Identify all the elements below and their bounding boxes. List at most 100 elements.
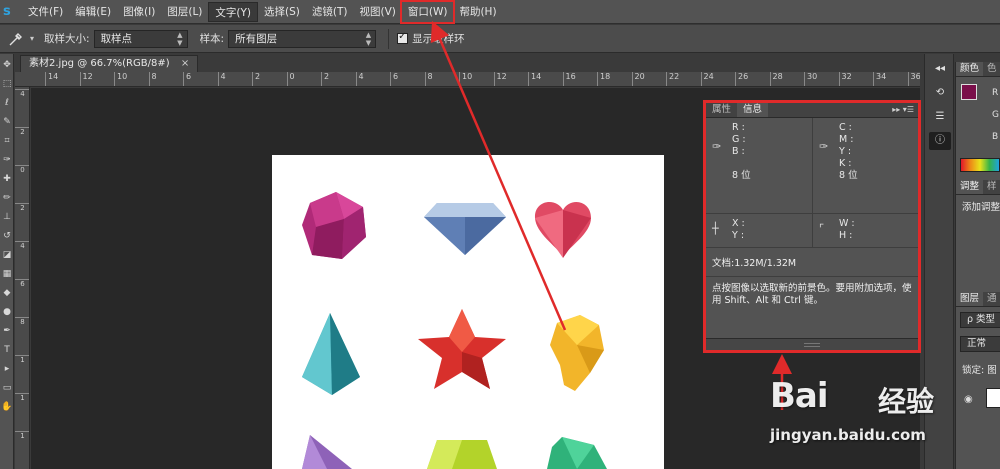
- eyedropper-tool-icon[interactable]: [4, 27, 30, 51]
- ruler-tick: 10: [459, 72, 472, 86]
- tab-swatches[interactable]: 色: [983, 62, 1000, 76]
- show-sampling-ring-checkbox[interactable]: [397, 31, 409, 44]
- history-brush-icon[interactable]: ↺: [1, 229, 13, 243]
- foreground-color-swatch[interactable]: [961, 84, 977, 100]
- coord-y: Y :: [732, 230, 745, 241]
- blur-tool-icon[interactable]: ◆: [1, 286, 13, 300]
- adjustments-panel-tabs: 调整 样: [956, 180, 1000, 195]
- properties-panel-icon[interactable]: ☰: [929, 108, 951, 126]
- image-canvas[interactable]: [272, 155, 664, 469]
- ruler-tick: 1: [15, 431, 29, 440]
- move-tool-icon[interactable]: ✥: [1, 58, 13, 72]
- layer-filter-kind[interactable]: ρ 类型: [960, 312, 1000, 328]
- ruler-tick: 6: [183, 72, 191, 86]
- crop-tool-icon[interactable]: ⌗: [1, 134, 13, 148]
- tab-layers[interactable]: 图层: [956, 292, 984, 306]
- color-b-label: B: [992, 132, 999, 142]
- watermark-logo-text-2: 经验: [878, 385, 935, 418]
- gradient-tool-icon[interactable]: ▦: [1, 267, 13, 281]
- path-select-tool-icon[interactable]: ▸: [1, 362, 13, 376]
- ruler-tick: 32: [838, 72, 852, 86]
- right-bit-depth[interactable]: 8 位: [839, 170, 918, 182]
- ruler-tick: 4: [15, 241, 29, 250]
- menu-filter[interactable]: 滤镜(T): [306, 2, 354, 22]
- sample-size-select[interactable]: 取样点 ▲ ▼: [93, 29, 188, 48]
- eyedropper-icon[interactable]: ✑: [819, 140, 833, 154]
- menu-type[interactable]: 文字(Y): [208, 1, 259, 22]
- tab-properties[interactable]: 属性: [706, 103, 737, 117]
- collapse-panels-icon[interactable]: ◂◂: [929, 60, 951, 78]
- ruler-tick: 0: [286, 72, 295, 86]
- history-panel-icon[interactable]: ⟲: [929, 84, 951, 102]
- menu-layer[interactable]: 图层(L): [161, 2, 208, 22]
- ruler-tick: 2: [15, 203, 29, 212]
- left-bit-depth[interactable]: 8 位: [732, 170, 812, 182]
- crosshair-icon[interactable]: ┼: [712, 222, 726, 236]
- document-title: 素材2.jpg @ 66.7%(RGB/8#): [29, 58, 170, 69]
- color-g-label: G: [992, 110, 999, 120]
- panel-resize-handle[interactable]: [706, 338, 918, 350]
- info-panel-icon[interactable]: ⓘ: [929, 132, 951, 150]
- menu-help[interactable]: 帮助(H): [453, 2, 502, 22]
- photoshop-logo: s: [3, 3, 11, 19]
- tab-color[interactable]: 颜色: [956, 62, 984, 76]
- menu-edit[interactable]: 编辑(E): [69, 2, 117, 22]
- ruler-tick: 36: [907, 72, 920, 86]
- ruler-tick: 6: [15, 279, 29, 288]
- menu-select[interactable]: 选择(S): [258, 2, 306, 22]
- menu-window[interactable]: 窗口(W): [399, 0, 456, 24]
- lasso-tool-icon[interactable]: ℓ: [1, 96, 13, 110]
- eraser-tool-icon[interactable]: ◪: [1, 248, 13, 262]
- panel-menu-icon[interactable]: ▸▸ ▾☰: [892, 103, 918, 117]
- ruler-tick: 28: [769, 72, 783, 86]
- close-icon[interactable]: ×: [181, 58, 189, 69]
- tab-adjustments[interactable]: 调整: [956, 180, 984, 194]
- type-tool-icon[interactable]: T: [1, 343, 13, 357]
- marquee-tool-icon[interactable]: ⬚: [1, 77, 13, 91]
- healing-tool-icon[interactable]: ✚: [1, 172, 13, 186]
- menu-file[interactable]: 文件(F): [22, 2, 69, 22]
- gem-illustrations: [302, 192, 607, 469]
- eyedropper-icon[interactable]: ✑: [712, 140, 726, 154]
- quick-select-tool-icon[interactable]: ✎: [1, 115, 13, 129]
- tool-preset-chevron-down-icon[interactable]: ▾: [30, 34, 34, 43]
- eye-icon[interactable]: ◉: [964, 394, 973, 405]
- ruler-tick: 12: [79, 72, 93, 86]
- tab-styles[interactable]: 样: [983, 180, 1000, 194]
- dodge-tool-icon[interactable]: ●: [1, 305, 13, 319]
- menu-image[interactable]: 图像(I): [117, 2, 161, 22]
- document-tab[interactable]: 素材2.jpg @ 66.7%(RGB/8#) ×: [20, 55, 199, 72]
- channel-k: K :: [839, 158, 852, 169]
- ruler-tick: 12: [493, 72, 507, 86]
- selection-size-icon[interactable]: ⌜: [819, 222, 833, 236]
- color-panel-tabs: 颜色 色: [956, 62, 1000, 77]
- channel-b: B :: [732, 146, 745, 157]
- horizontal-ruler[interactable]: 14 12 10 8 6 4 2 0 2 4 6 8 10 12 14 16 18 20 22 24 26 28 30 32 3…: [15, 72, 920, 87]
- eyedropper-tool-icon[interactable]: ✑: [1, 153, 13, 167]
- blend-mode-select[interactable]: 正常: [960, 336, 1000, 352]
- ruler-tick: 2: [252, 72, 260, 86]
- tab-channels[interactable]: 通: [983, 292, 1000, 306]
- ruler-tick: 34: [873, 72, 886, 86]
- vertical-ruler[interactable]: 4 2 0 2 4 6 8 1 1 1: [15, 87, 30, 469]
- select-arrows-icon: ▲ ▼: [177, 30, 183, 47]
- shape-tool-icon[interactable]: ▭: [1, 381, 13, 395]
- wh-readout: ⌜ W : H :: [812, 214, 918, 247]
- pen-tool-icon[interactable]: ✒: [1, 324, 13, 338]
- xy-readout: ┼ X : Y :: [706, 214, 812, 247]
- yellow-bulb: [550, 315, 604, 391]
- ruler-tick: 0: [15, 165, 29, 174]
- brush-tool-icon[interactable]: ✏: [1, 191, 13, 205]
- hand-tool-icon[interactable]: ✋: [1, 400, 13, 414]
- red-star: [418, 309, 506, 389]
- ruler-tick: 14: [528, 72, 541, 86]
- sample-select[interactable]: 所有图层 ▲ ▼: [228, 29, 377, 48]
- watermark-url: jingyan.baidu.com: [770, 426, 926, 444]
- tab-info[interactable]: 信息: [737, 103, 769, 117]
- options-divider: [388, 28, 390, 49]
- layer-thumbnail[interactable]: [986, 388, 1000, 408]
- menu-view[interactable]: 视图(V): [353, 2, 401, 22]
- stamp-tool-icon[interactable]: ⊥: [1, 210, 13, 224]
- ruler-tick: 22: [666, 72, 679, 86]
- color-spectrum[interactable]: [960, 158, 1000, 172]
